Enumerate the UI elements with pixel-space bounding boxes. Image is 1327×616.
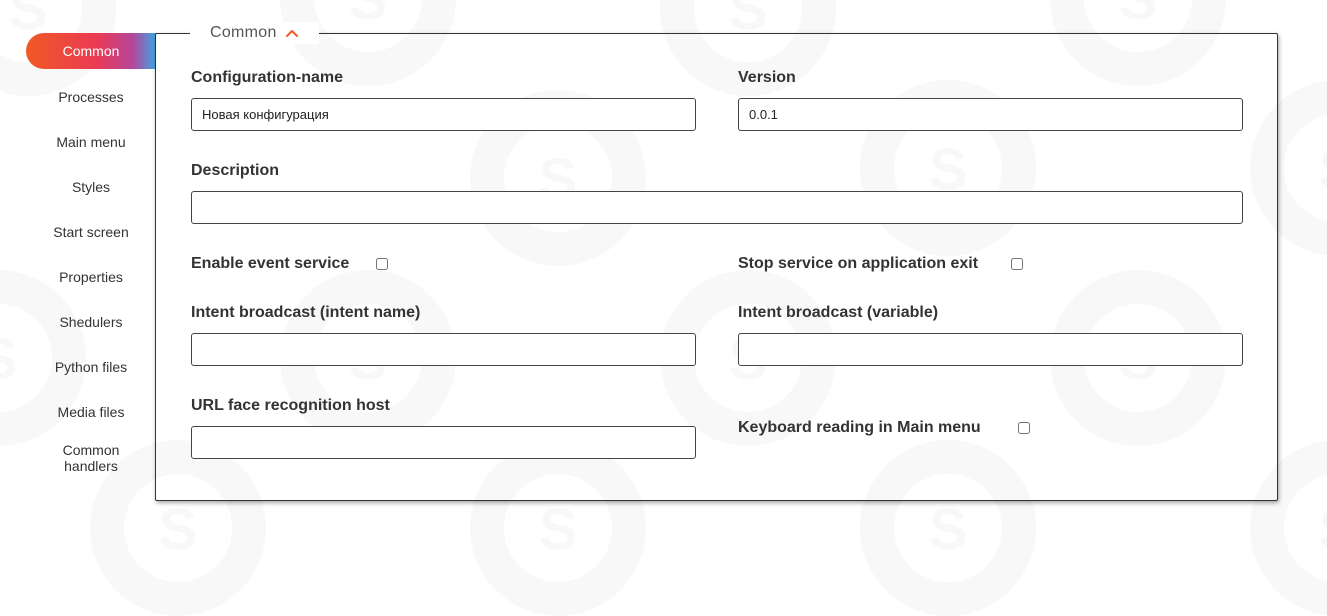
configuration-name-input[interactable]	[191, 98, 696, 131]
description-input[interactable]	[191, 191, 1243, 224]
intent-broadcast-variable-input[interactable]	[738, 333, 1243, 366]
sidebar-item-start-screen[interactable]: Start screen	[26, 209, 156, 254]
sidebar: Common Processes Main menu Styles Start …	[26, 33, 156, 482]
description-label: Description	[191, 162, 280, 179]
enable-event-service-checkbox[interactable]	[376, 258, 388, 270]
intent-broadcast-name-label: Intent broadcast (intent name)	[191, 304, 421, 321]
url-face-recognition-host-label: URL face recognition host	[191, 397, 390, 414]
intent-broadcast-name-input[interactable]	[191, 333, 696, 366]
sidebar-item-main-menu[interactable]: Main menu	[26, 119, 156, 164]
section-header[interactable]: Common	[190, 22, 319, 44]
sidebar-item-media-files[interactable]: Media files	[26, 389, 156, 434]
version-label: Version	[738, 69, 796, 86]
enable-event-service-label: Enable event service	[191, 255, 350, 272]
chevron-up-icon[interactable]	[285, 26, 299, 40]
sidebar-item-python-files[interactable]: Python files	[26, 344, 156, 389]
keyboard-reading-main-menu-label: Keyboard reading in Main menu	[738, 419, 981, 436]
sidebar-item-styles[interactable]: Styles	[26, 164, 156, 209]
configuration-name-label: Configuration-name	[191, 69, 343, 86]
sidebar-item-processes[interactable]: Processes	[26, 74, 156, 119]
section-title: Common	[210, 24, 277, 41]
sidebar-item-shedulers[interactable]: Shedulers	[26, 299, 156, 344]
stop-service-on-exit-label: Stop service on application exit	[738, 255, 979, 272]
intent-broadcast-variable-label: Intent broadcast (variable)	[738, 304, 939, 321]
version-input[interactable]	[738, 98, 1243, 131]
url-face-recognition-host-input[interactable]	[191, 426, 696, 459]
sidebar-item-common-handlers[interactable]: Common handlers	[26, 434, 156, 482]
sidebar-item-common[interactable]: Common	[26, 33, 156, 69]
stop-service-on-exit-checkbox[interactable]	[1011, 258, 1023, 270]
keyboard-reading-main-menu-checkbox[interactable]	[1018, 422, 1030, 434]
sidebar-item-properties[interactable]: Properties	[26, 254, 156, 299]
